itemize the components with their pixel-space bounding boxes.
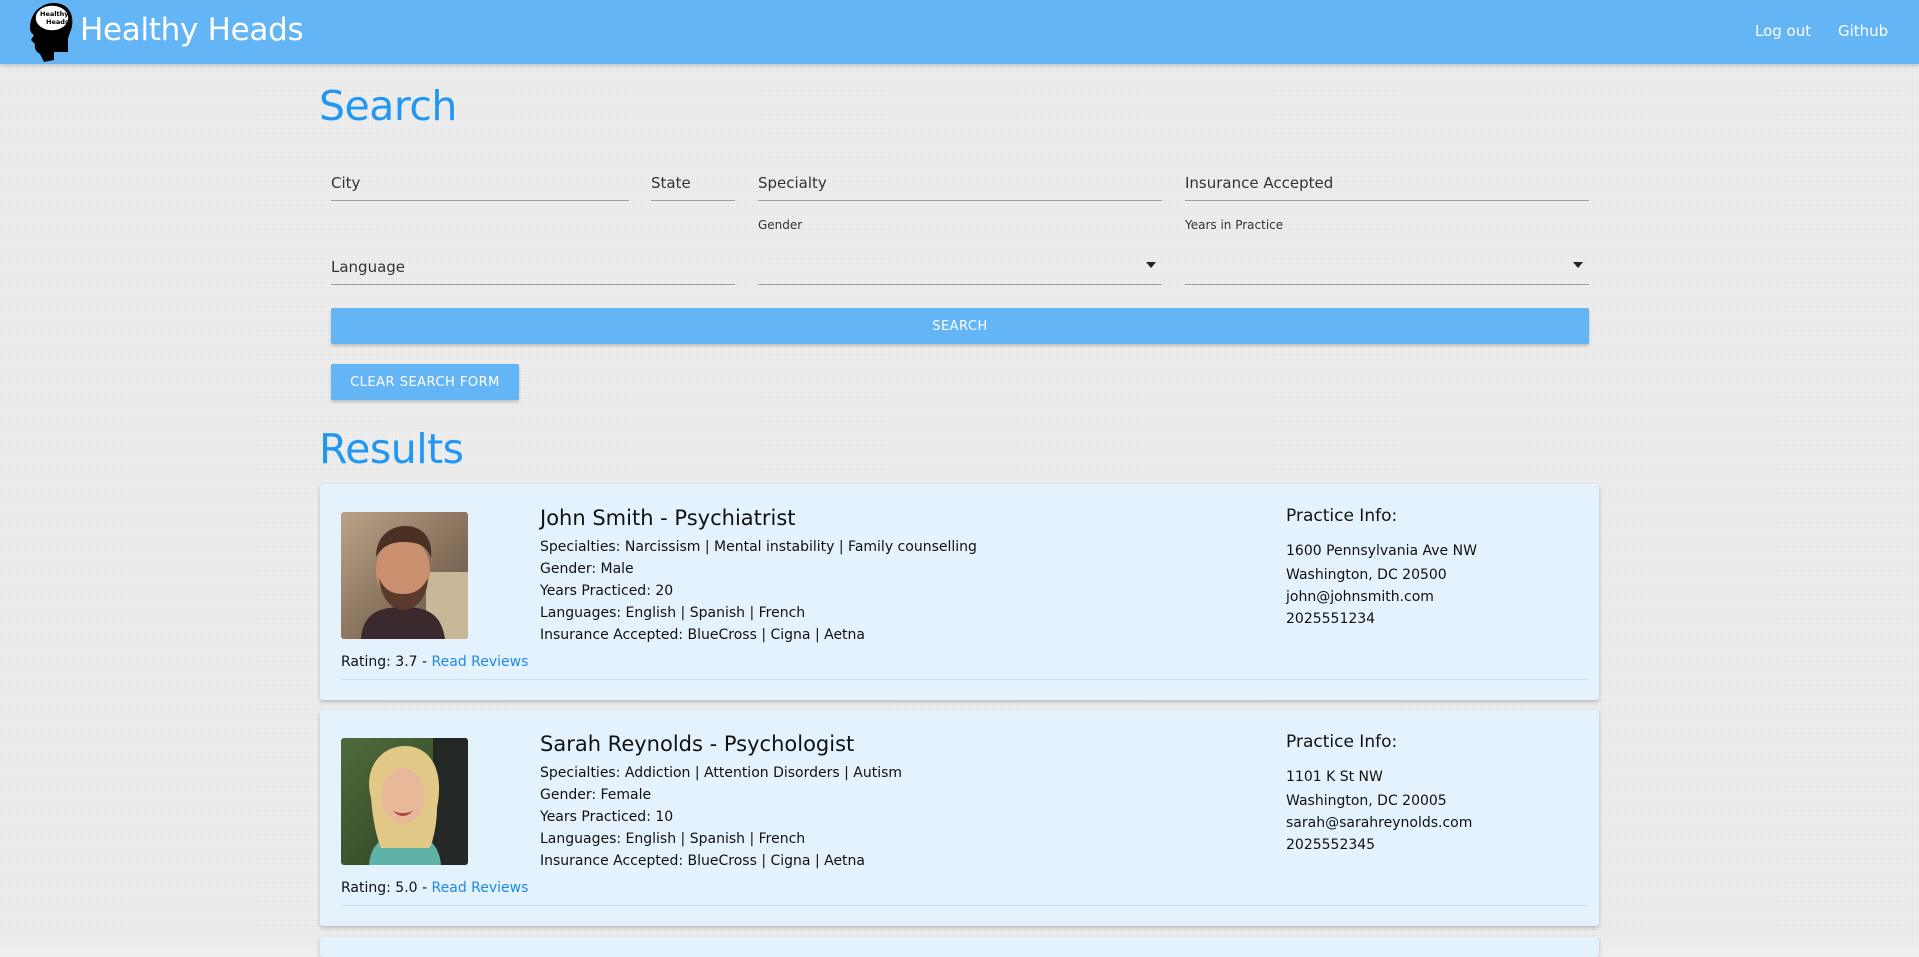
practice-info-title: Practice Info: <box>1286 732 1398 752</box>
logo-text-heads: Heads <box>46 18 69 26</box>
provider-rating: Rating: 3.7 - Read Reviews <box>341 654 528 670</box>
provider-years: Years Practiced: 20 <box>540 583 674 599</box>
state-placeholder: State <box>651 174 691 192</box>
language-field[interactable]: Language <box>331 248 735 285</box>
results-heading: Results <box>319 425 464 473</box>
provider-gender: Gender: Male <box>540 561 634 577</box>
practice-address-2: Washington, DC 20005 <box>1286 793 1447 809</box>
provider-specialties: Specialties: Narcissism | Mental instabi… <box>540 539 977 555</box>
specialty-field[interactable]: Specialty <box>758 164 1162 201</box>
provider-photo <box>341 738 468 865</box>
practice-address-1: 1600 Pennsylvania Ave NW <box>1286 543 1477 559</box>
practice-address-1: 1101 K St NW <box>1286 769 1383 785</box>
result-card: Sarah Reynolds - Psychologist Specialtie… <box>320 710 1599 926</box>
provider-gender: Gender: Female <box>540 787 652 803</box>
provider-insurance: Insurance Accepted: BlueCross | Cigna | … <box>540 627 866 643</box>
insurance-placeholder: Insurance Accepted <box>1185 174 1334 192</box>
card-divider <box>341 905 1589 906</box>
provider-years: Years Practiced: 10 <box>540 809 674 825</box>
years-select[interactable]: Years in Practice <box>1185 218 1589 285</box>
practice-address-2: Washington, DC 20500 <box>1286 567 1447 583</box>
clear-search-form-button[interactable]: CLEAR SEARCH FORM <box>331 364 519 400</box>
gender-dropdown-caret-icon[interactable] <box>1146 262 1156 268</box>
practice-email: sarah@sarahreynolds.com <box>1286 815 1473 831</box>
specialty-placeholder: Specialty <box>758 174 827 192</box>
provider-specialties: Specialties: Addiction | Attention Disor… <box>540 765 903 781</box>
insurance-field[interactable]: Insurance Accepted <box>1185 164 1589 201</box>
practice-info-title: Practice Info: <box>1286 506 1398 526</box>
read-reviews-link[interactable]: Read Reviews <box>432 880 529 896</box>
healthy-heads-logo[interactable]: Healthy Heads <box>24 0 76 64</box>
card-divider <box>341 679 1589 680</box>
practice-email: john@johnsmith.com <box>1286 589 1434 605</box>
city-placeholder: City <box>331 174 361 192</box>
city-field[interactable]: City <box>331 164 629 201</box>
practice-phone: 2025552345 <box>1286 837 1376 853</box>
gender-label: Gender <box>758 218 803 232</box>
rating-text: Rating: 5.0 - <box>341 880 432 896</box>
logout-link[interactable]: Log out <box>1755 22 1811 40</box>
search-heading: Search <box>319 82 457 130</box>
read-reviews-link[interactable]: Read Reviews <box>432 654 529 670</box>
result-card: John Smith - Psychiatrist Specialties: N… <box>320 484 1599 700</box>
provider-name: Sarah Reynolds - Psychologist <box>540 732 855 756</box>
language-placeholder: Language <box>331 258 406 276</box>
state-field[interactable]: State <box>651 164 735 201</box>
rating-text: Rating: 3.7 - <box>341 654 432 670</box>
provider-name: John Smith - Psychiatrist <box>540 506 796 530</box>
provider-insurance: Insurance Accepted: BlueCross | Cigna | … <box>540 853 866 869</box>
github-link[interactable]: Github <box>1838 22 1888 40</box>
years-label: Years in Practice <box>1185 218 1284 232</box>
practice-phone: 2025551234 <box>1286 611 1376 627</box>
provider-rating: Rating: 5.0 - Read Reviews <box>341 880 528 896</box>
gender-select[interactable]: Gender <box>758 218 1162 285</box>
logo-text-healthy: Healthy <box>40 10 69 18</box>
result-card-partial <box>320 937 1599 957</box>
provider-photo <box>341 512 468 639</box>
brand-title[interactable]: Healthy Heads <box>80 12 304 48</box>
navbar: Healthy Heads Healthy Heads Log out Gith… <box>0 0 1919 64</box>
provider-languages: Languages: English | Spanish | French <box>540 831 806 847</box>
search-button[interactable]: SEARCH <box>331 308 1589 344</box>
years-dropdown-caret-icon[interactable] <box>1573 262 1583 268</box>
provider-languages: Languages: English | Spanish | French <box>540 605 806 621</box>
